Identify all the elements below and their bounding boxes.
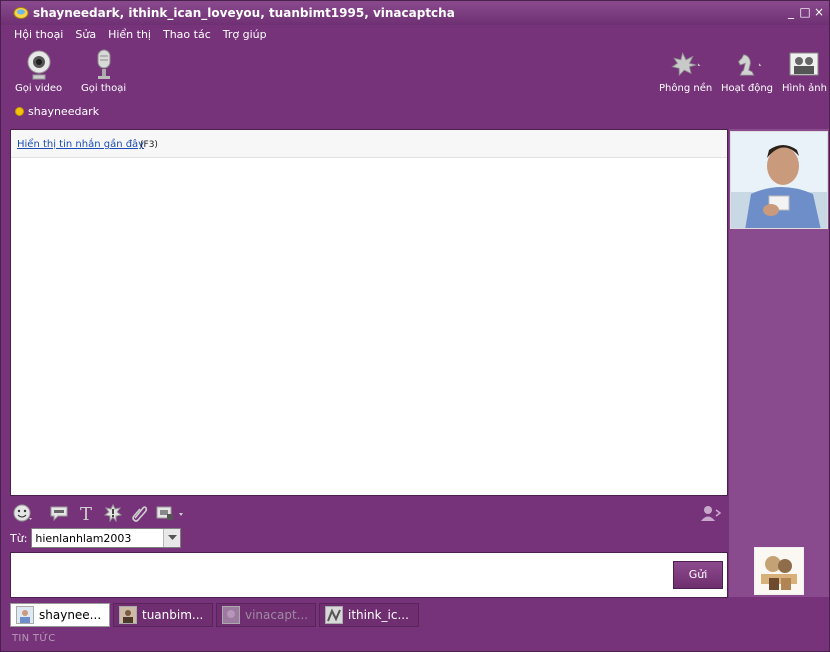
tab-shayneedark[interactable]: shaynee... xyxy=(10,603,110,627)
online-status-icon xyxy=(15,107,24,116)
shortcut-hint: (F3) xyxy=(140,140,158,150)
tab-ithink-ican-loveyou[interactable]: ithink_ic... xyxy=(319,603,419,627)
leaf-icon xyxy=(669,49,703,81)
messenger-window: shayneedark, ithink_ican_loveyou, tuanbi… xyxy=(0,0,830,652)
voice-call-button[interactable]: Gọi thoại xyxy=(81,49,126,94)
chevron-down-icon[interactable] xyxy=(163,529,181,547)
send-button[interactable]: Gửi xyxy=(673,561,723,589)
video-call-button[interactable]: Gọi video xyxy=(15,49,62,94)
tab-label: ithink_ic... xyxy=(348,608,409,622)
microphone-icon xyxy=(87,49,121,81)
conversation-tabs: shaynee... tuanbim... vinacapt... ithink… xyxy=(10,603,828,629)
avatar-panel xyxy=(729,129,829,597)
share-photo-icon[interactable] xyxy=(155,503,185,523)
from-account-value: hienlanhlam2003 xyxy=(35,531,132,545)
minimize-button[interactable]: _ xyxy=(785,5,797,19)
activities-button[interactable]: Hoạt động xyxy=(721,49,773,94)
title-bar[interactable]: shayneedark, ithink_ican_loveyou, tuanbi… xyxy=(1,1,829,25)
news-label[interactable]: TIN TỨC xyxy=(12,633,56,644)
my-avatar[interactable] xyxy=(754,547,804,595)
background-button[interactable]: Phông nền xyxy=(659,49,712,94)
images-label: Hình ảnh xyxy=(782,83,827,94)
tab-label: vinacapt... xyxy=(245,608,309,622)
tab-avatar xyxy=(325,606,343,624)
attachment-icon[interactable] xyxy=(128,503,150,523)
window-title: shayneedark, ithink_ican_loveyou, tuanbi… xyxy=(33,6,455,20)
images-button[interactable]: Hình ảnh xyxy=(782,49,827,94)
audible-icon[interactable] xyxy=(48,503,70,523)
menu-conversation[interactable]: Hội thoại xyxy=(8,25,69,45)
voice-call-label: Gọi thoại xyxy=(81,83,127,94)
buzz-icon[interactable] xyxy=(102,503,124,523)
contact-name: shayneedark xyxy=(28,105,100,118)
svg-text:T: T xyxy=(80,504,92,522)
text-format-icon[interactable]: T xyxy=(76,503,98,523)
show-recent-messages-link[interactable]: Hiển thị tin nhắn gần đây xyxy=(17,139,144,150)
chat-history[interactable]: Hiển thị tin nhắn gần đây (F3) xyxy=(10,129,728,496)
add-contact-icon[interactable] xyxy=(700,503,722,523)
messenger-logo-icon xyxy=(13,7,29,19)
tab-avatar xyxy=(222,606,240,624)
menu-bar: Hội thoại Sửa Hiển thị Thao tác Trợ giúp xyxy=(1,25,829,45)
webcam-icon xyxy=(22,49,56,81)
tab-vinacaptcha[interactable]: vinacapt... xyxy=(216,603,316,627)
from-account-dropdown[interactable]: hienlanhlam2003 xyxy=(31,528,182,548)
tab-tuanbimt1995[interactable]: tuanbim... xyxy=(113,603,213,627)
from-label: Từ: xyxy=(10,531,28,545)
sender-selector: Từ: hienlanhlam2003 xyxy=(10,528,182,548)
background-label: Phông nền xyxy=(659,83,713,94)
menu-view[interactable]: Hiển thị xyxy=(102,25,157,45)
chat-history-header: Hiển thị tin nhắn gần đây (F3) xyxy=(11,130,727,158)
tab-label: tuanbim... xyxy=(142,608,204,622)
chess-knight-icon xyxy=(730,49,764,81)
menu-actions[interactable]: Thao tác xyxy=(157,25,217,45)
menu-edit[interactable]: Sửa xyxy=(69,25,102,45)
menu-help[interactable]: Trợ giúp xyxy=(217,25,273,45)
video-call-label: Gọi video xyxy=(15,83,63,94)
message-input[interactable]: Gửi xyxy=(10,552,728,598)
emoticon-icon[interactable] xyxy=(12,503,34,523)
photo-icon xyxy=(787,49,821,81)
window-controls: _ □ × xyxy=(785,5,825,19)
tab-avatar xyxy=(16,606,34,624)
contact-status: shayneedark xyxy=(15,105,99,118)
close-button[interactable]: × xyxy=(813,5,825,19)
activities-label: Hoạt động xyxy=(721,83,774,94)
contact-avatar[interactable] xyxy=(730,131,828,229)
tab-avatar xyxy=(119,606,137,624)
maximize-button[interactable]: □ xyxy=(799,5,811,19)
tab-label: shaynee... xyxy=(39,608,102,622)
compose-toolbar: T xyxy=(10,499,728,527)
